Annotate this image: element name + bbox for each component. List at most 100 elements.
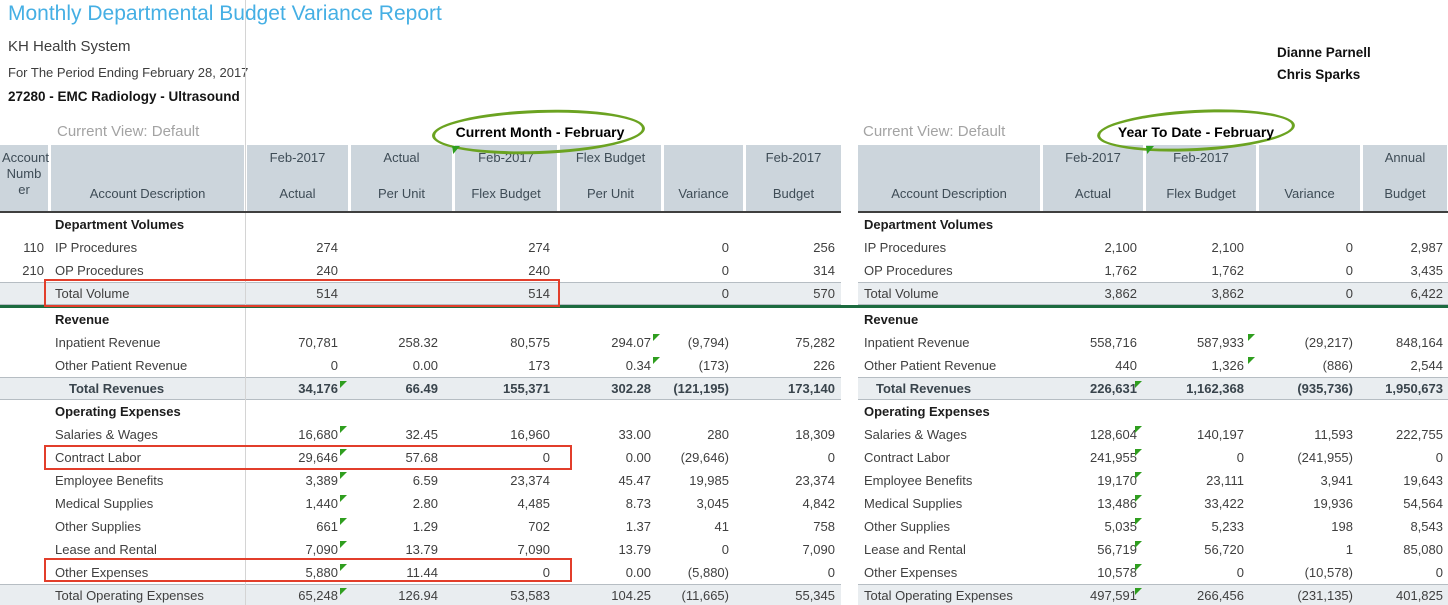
- value-cell: 570: [746, 283, 841, 304]
- column-header: Flex BudgetPer Unit: [560, 145, 661, 211]
- value-cell: 274: [247, 236, 348, 259]
- table-row: Medical Supplies1,4402.804,4858.733,0454…: [0, 492, 841, 515]
- value-cell: 23,111: [1146, 469, 1256, 492]
- value-cell: 0.00: [560, 561, 661, 584]
- comment-flag-icon: [340, 518, 347, 525]
- value-cell: (231,135): [1259, 585, 1360, 605]
- table-row: Other Expenses10,5780(10,578)0: [858, 561, 1448, 584]
- value-cell: 32.45: [351, 423, 452, 446]
- value-cell: 16,680: [247, 423, 348, 446]
- year-to-date-section-label: Year To Date - February: [1086, 124, 1306, 140]
- value-cell: 104.25: [560, 585, 661, 605]
- account-description-cell: Other Expenses: [858, 561, 1040, 584]
- section-row: Department Volumes: [0, 213, 841, 236]
- period-label: For The Period Ending February 28, 2017: [8, 65, 248, 80]
- column-header: Feb-2017Flex Budget: [455, 145, 557, 211]
- account-description-cell: Other Supplies: [51, 515, 244, 538]
- account-number-cell: 210: [0, 259, 48, 282]
- value-cell: 54,564: [1363, 492, 1447, 515]
- account-description-cell: Department Volumes: [858, 213, 1040, 236]
- value-cell: 2,544: [1363, 354, 1447, 377]
- section-row: Revenue: [858, 308, 1448, 331]
- value-cell: 2,100: [1146, 236, 1256, 259]
- section-row: Department Volumes: [858, 213, 1448, 236]
- comment-flag-icon: [1248, 357, 1255, 364]
- value-cell: 8.73: [560, 492, 661, 515]
- value-cell: [560, 259, 661, 282]
- value-cell: 241,955: [1043, 446, 1143, 469]
- value-cell: 18,309: [746, 423, 841, 446]
- value-cell: 0: [664, 538, 743, 561]
- value-cell: (5,880): [664, 561, 743, 584]
- value-cell: 56,719: [1043, 538, 1143, 561]
- account-description-cell: Total Revenues: [858, 378, 1040, 399]
- column-header: AnnualBudget: [1363, 145, 1447, 211]
- value-cell: 0: [1259, 283, 1360, 304]
- value-cell: (121,195): [664, 378, 743, 399]
- account-number-cell: [0, 354, 48, 377]
- value-cell: 13.79: [560, 538, 661, 561]
- value-cell: 5,035: [1043, 515, 1143, 538]
- organization-name: KH Health System: [8, 38, 131, 55]
- value-cell: 0: [664, 259, 743, 282]
- total-row: Total Volume3,8623,86206,422: [858, 282, 1448, 305]
- value-cell: 0.00: [560, 446, 661, 469]
- account-description-cell: Employee Benefits: [51, 469, 244, 492]
- value-cell: 280: [664, 423, 743, 446]
- account-number-cell: [0, 308, 48, 331]
- value-cell: 0: [1259, 236, 1360, 259]
- value-cell: 3,941: [1259, 469, 1360, 492]
- column-header: Feb-2017Flex Budget: [1146, 145, 1256, 211]
- account-description-cell: Total Operating Expenses: [858, 585, 1040, 605]
- value-cell: (241,955): [1259, 446, 1360, 469]
- value-cell: (9,794): [664, 331, 743, 354]
- value-cell: 23,374: [746, 469, 841, 492]
- value-cell: (11,665): [664, 585, 743, 605]
- value-cell: 34,176: [247, 378, 348, 399]
- department-label: 27280 - EMC Radiology - Ultrasound: [8, 89, 240, 104]
- current-view-label-right: Current View: Default: [863, 123, 1005, 140]
- account-description-cell: Total Volume: [858, 283, 1040, 304]
- value-cell: 497,591: [1043, 585, 1143, 605]
- account-description-cell: Medical Supplies: [51, 492, 244, 515]
- comment-flag-icon: [653, 357, 660, 364]
- account-number-cell: [0, 585, 48, 605]
- budget-variance-report-page: Monthly Departmental Budget Variance Rep…: [0, 0, 1448, 605]
- table-row: Lease and Rental56,71956,720185,080: [858, 538, 1448, 561]
- table-row: Employee Benefits3,3896.5923,37445.4719,…: [0, 469, 841, 492]
- current-month-section-label: Current Month - February: [430, 124, 650, 140]
- value-cell: [351, 236, 452, 259]
- value-cell: 2.80: [351, 492, 452, 515]
- section-row: Revenue: [0, 308, 841, 331]
- account-description-cell: Total Operating Expenses: [51, 585, 244, 605]
- value-cell: 140,197: [1146, 423, 1256, 446]
- comment-flag-icon: [340, 495, 347, 502]
- value-cell: 6,422: [1363, 283, 1447, 304]
- account-description-cell: Revenue: [858, 308, 1040, 331]
- value-cell: 661: [247, 515, 348, 538]
- account-description-cell: IP Procedures: [51, 236, 244, 259]
- table-row: Salaries & Wages16,68032.4516,96033.0028…: [0, 423, 841, 446]
- value-cell: 3,862: [1043, 283, 1143, 304]
- value-cell: 0: [664, 283, 743, 304]
- value-cell: (886): [1259, 354, 1360, 377]
- value-cell: 23,374: [455, 469, 557, 492]
- value-cell: 1,762: [1146, 259, 1256, 282]
- account-description-cell: Other Supplies: [858, 515, 1040, 538]
- value-cell: 7,090: [746, 538, 841, 561]
- value-cell: 85,080: [1363, 538, 1447, 561]
- table-row: Other Supplies6611.297021.3741758: [0, 515, 841, 538]
- table-row: OP Procedures1,7621,76203,435: [858, 259, 1448, 282]
- value-cell: 1,326: [1146, 354, 1256, 377]
- account-number-cell: [0, 538, 48, 561]
- value-cell: 1,162,368: [1146, 378, 1256, 399]
- account-number-cell: [0, 331, 48, 354]
- value-cell: 3,435: [1363, 259, 1447, 282]
- account-description-cell: Contract Labor: [858, 446, 1040, 469]
- value-cell: 226,631: [1043, 378, 1143, 399]
- value-cell: 226: [746, 354, 841, 377]
- value-cell: 126.94: [351, 585, 452, 605]
- value-cell: 440: [1043, 354, 1143, 377]
- total-row: Total Revenues34,17666.49155,371302.28(1…: [0, 377, 841, 400]
- preparer-name-2: Chris Sparks: [1277, 64, 1371, 86]
